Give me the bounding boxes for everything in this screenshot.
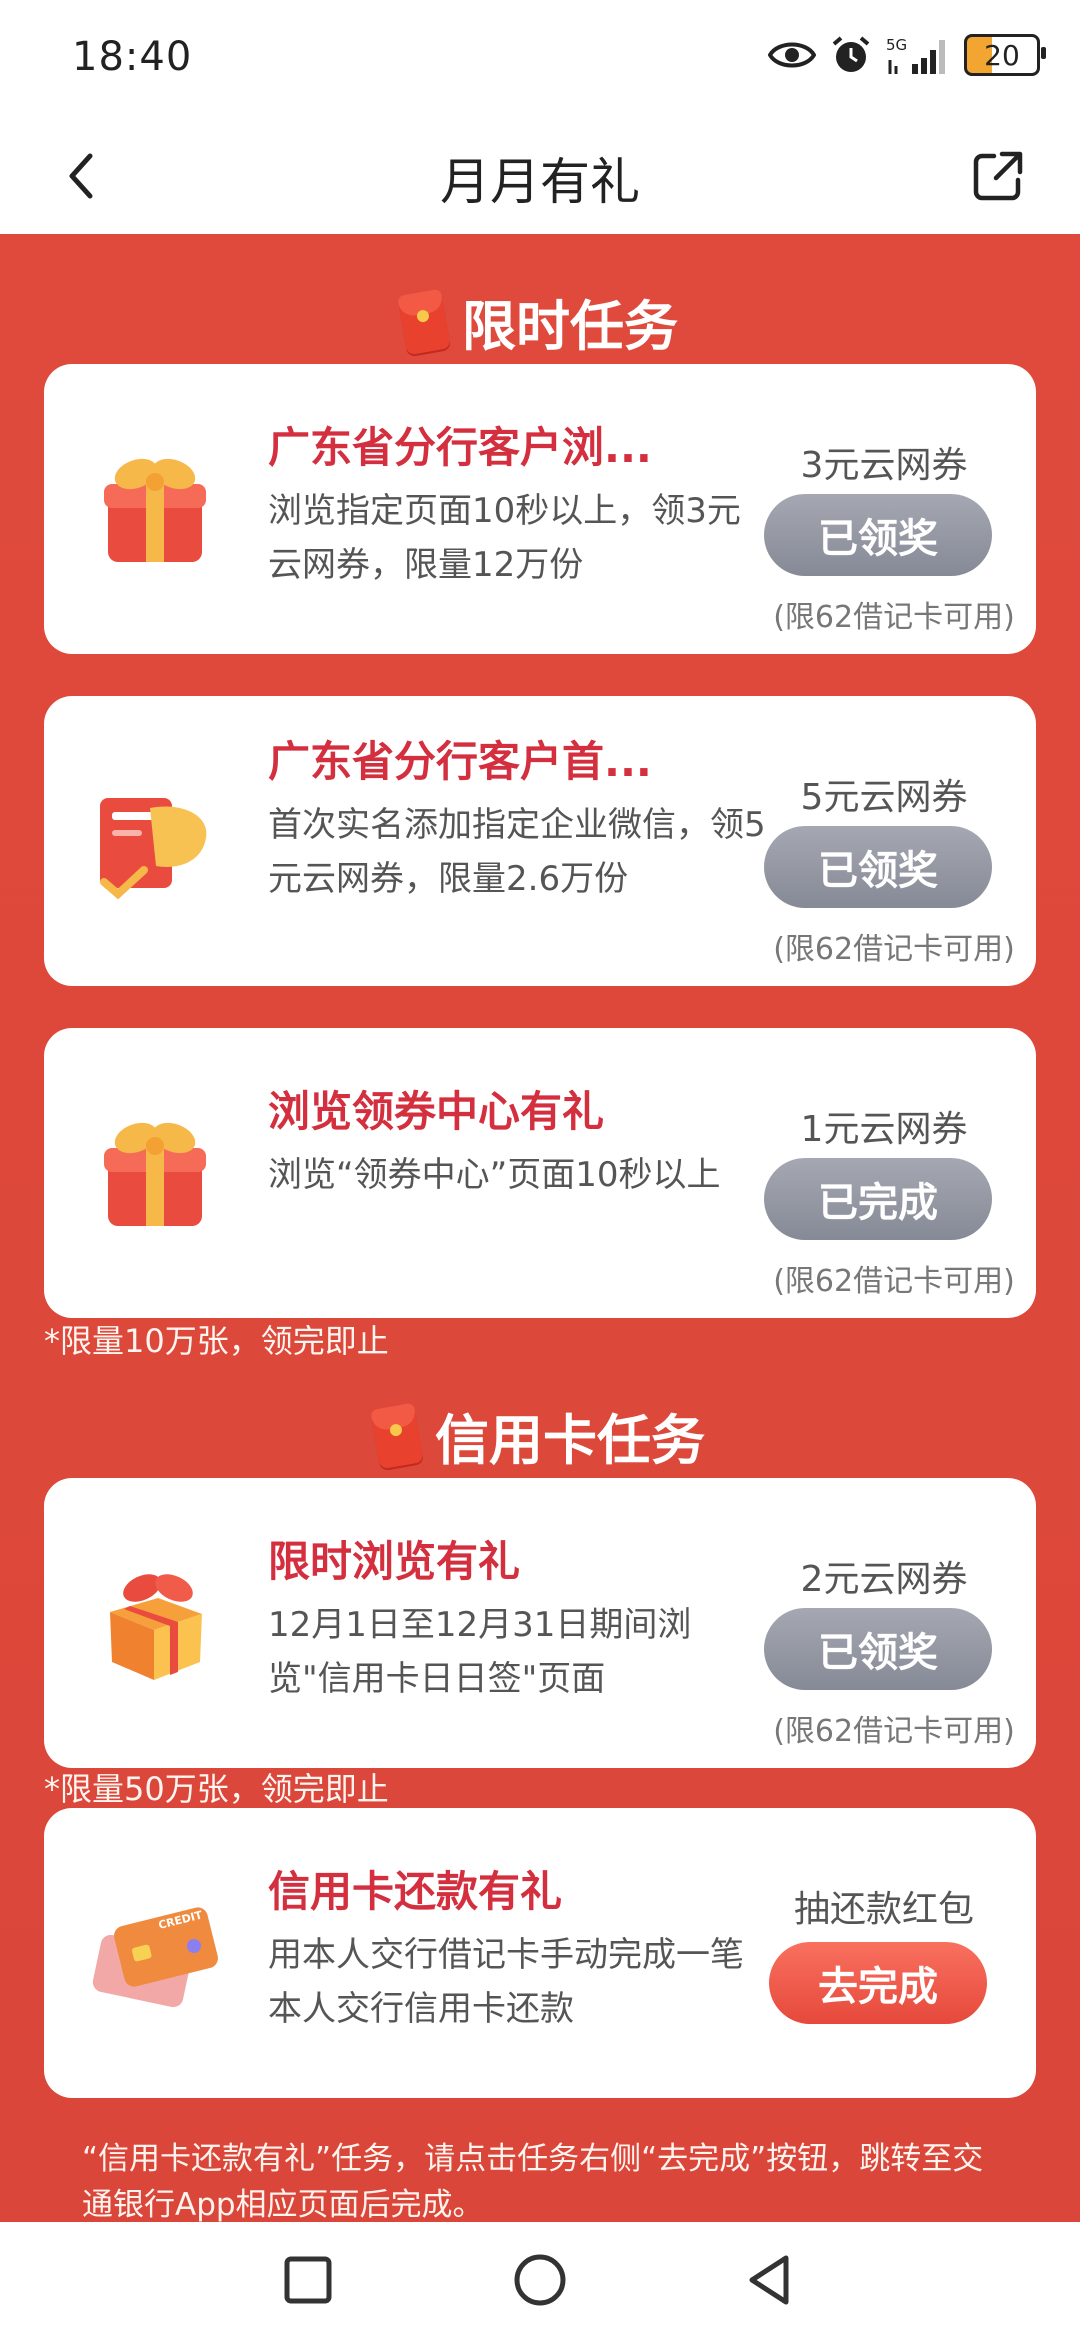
share-icon[interactable] bbox=[968, 146, 1028, 206]
task-desc: 浏览指定页面10秒以上，领3元云网券，限量12万份 bbox=[268, 491, 741, 585]
task-reward: 2元云网券 bbox=[800, 1559, 968, 1600]
task-card-3: 浏览领券中心有礼 浏览“领券中心”页面10秒以上 1元云网券 已完成 (限62借… bbox=[44, 1028, 1036, 1318]
home-icon[interactable] bbox=[510, 2250, 570, 2310]
header-bar: 月月有礼 bbox=[0, 120, 1080, 234]
claimed-button[interactable]: 已领奖 bbox=[764, 494, 992, 576]
gift-box-3d-icon bbox=[90, 1558, 220, 1688]
battery-level: 20 bbox=[984, 38, 1020, 72]
page-title: 月月有礼 bbox=[440, 153, 640, 211]
task-card-2: 广东省分行客户首... 首次实名添加指定企业微信，领5元云网券，限量2.6万份 … bbox=[44, 696, 1036, 986]
task-list-content[interactable]: 限时任务 广东省分行客户浏... 浏览指定页面10秒以上，领3元云网券，限量12… bbox=[0, 234, 1080, 2222]
system-nav-bar bbox=[0, 2222, 1080, 2340]
task-desc: 浏览“领券中心”页面10秒以上 bbox=[268, 1155, 721, 1195]
network-label: 5G bbox=[886, 36, 907, 54]
go-complete-button[interactable]: 去完成 bbox=[769, 1942, 987, 2024]
back-nav-icon[interactable] bbox=[740, 2250, 800, 2310]
task-limit-note: (限62借记卡可用) bbox=[773, 1264, 1015, 1299]
credit-card-icon: CREDIT bbox=[90, 1888, 220, 2018]
section-title-limited: 限时任务 bbox=[0, 282, 1080, 365]
task-reward: 5元云网券 bbox=[800, 777, 968, 818]
task-reward: 3元云网券 bbox=[800, 445, 968, 486]
alarm-icon bbox=[830, 34, 872, 76]
completed-button[interactable]: 已完成 bbox=[764, 1158, 992, 1240]
recent-apps-icon[interactable] bbox=[278, 2250, 338, 2310]
footnote-limit-1: *限量10万张，领完即止 bbox=[44, 1322, 389, 1360]
task-desc: 12月1日至12月31日期间浏览"信用卡日日签"页面 bbox=[268, 1605, 692, 1699]
task-title: 限时浏览有礼 bbox=[268, 1537, 521, 1586]
task-reward: 抽还款红包 bbox=[793, 1889, 974, 1930]
task-card-5: CREDIT 信用卡还款有礼 用本人交行借记卡手动完成一笔本人交行信用卡还款 抽… bbox=[44, 1808, 1036, 2098]
task-title: 浏览领券中心有礼 bbox=[268, 1087, 605, 1136]
eye-icon bbox=[768, 37, 816, 73]
card-document-icon bbox=[90, 778, 220, 908]
status-bar: 18:40 5G 20 bbox=[0, 0, 1080, 120]
rules-text: “信用卡还款有礼”任务，请点击任务右侧“去完成”按钮，跳转至交通银行App相应页… bbox=[82, 2141, 984, 2222]
task-desc: 用本人交行借记卡手动完成一笔本人交行信用卡还款 bbox=[268, 1935, 744, 2029]
red-envelope-icon bbox=[397, 288, 451, 355]
gift-box-icon bbox=[90, 444, 220, 574]
claimed-button[interactable]: 已领奖 bbox=[764, 826, 992, 908]
section-title-text: 信用卡任务 bbox=[435, 1409, 705, 1472]
task-reward: 1元云网券 bbox=[800, 1109, 968, 1150]
task-limit-note: (限62借记卡可用) bbox=[773, 600, 1015, 635]
task-title: 广东省分行客户浏... bbox=[268, 423, 652, 472]
status-icons: 5G 20 bbox=[768, 34, 1046, 76]
task-title: 广东省分行客户首... bbox=[268, 737, 652, 786]
red-envelope-icon bbox=[370, 1402, 424, 1469]
task-limit-note: (限62借记卡可用) bbox=[773, 1714, 1015, 1749]
status-time: 18:40 bbox=[72, 34, 193, 80]
section-title-credit: 信用卡任务 bbox=[0, 1396, 1080, 1479]
section-title-text: 限时任务 bbox=[462, 295, 678, 358]
claimed-button[interactable]: 已领奖 bbox=[764, 1608, 992, 1690]
battery-icon: 20 bbox=[964, 34, 1046, 76]
task-desc: 首次实名添加指定企业微信，领5元云网券，限量2.6万份 bbox=[268, 805, 766, 899]
task-card-1: 广东省分行客户浏... 浏览指定页面10秒以上，领3元云网券，限量12万份 3元… bbox=[44, 364, 1036, 654]
task-title: 信用卡还款有礼 bbox=[268, 1867, 563, 1916]
task-limit-note: (限62借记卡可用) bbox=[773, 932, 1015, 967]
gift-box-icon bbox=[90, 1108, 220, 1238]
footnote-limit-2: *限量50万张，领完即止 bbox=[44, 1770, 389, 1808]
task-card-4: 限时浏览有礼 12月1日至12月31日期间浏览"信用卡日日签"页面 2元云网券 … bbox=[44, 1478, 1036, 1768]
signal-5g-icon: 5G bbox=[886, 34, 950, 76]
